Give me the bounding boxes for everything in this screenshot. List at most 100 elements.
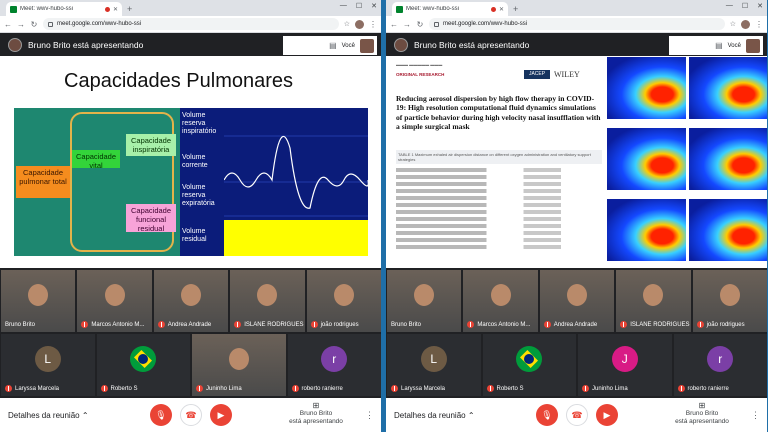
participant-name-label: Juninho Lima xyxy=(582,385,628,392)
participant-tile[interactable]: Andrea Andrade xyxy=(153,270,229,332)
more-options-icon[interactable]: ⋮ xyxy=(751,410,760,421)
close-tab-icon[interactable]: ✕ xyxy=(499,6,504,13)
simulation-figure xyxy=(607,199,686,267)
lock-icon xyxy=(434,21,439,27)
presenting-status[interactable]: ⊞ Bruno Brito está apresentando xyxy=(276,402,356,426)
participant-tile[interactable]: ISLANE RODRIGUES xyxy=(230,270,305,332)
browser-menu-icon[interactable]: ⋮ xyxy=(755,20,763,29)
new-tab-button[interactable]: + xyxy=(127,4,132,14)
chat-icon[interactable]: ▤ xyxy=(329,41,337,50)
simulation-figure xyxy=(688,128,767,196)
bookmark-star-icon[interactable]: ☆ xyxy=(730,20,736,28)
mic-off-button[interactable]: 🎙 xyxy=(150,404,172,426)
profile-avatar[interactable] xyxy=(741,19,750,29)
presenting-line1: Bruno Brito xyxy=(299,410,333,417)
tab-bar: Meet: wwv-hubo-ssi ✕ + — ☐ ✕ xyxy=(0,0,381,16)
participant-tile[interactable]: Marcos Antonio M... xyxy=(77,270,152,332)
label-tidal-volume: Volume corrente xyxy=(182,154,208,169)
participant-name: joão rodrigues xyxy=(706,321,745,328)
bookmark-star-icon[interactable]: ☆ xyxy=(344,20,350,28)
url-bar[interactable]: meet.google.com/wwv-hubo-ssi xyxy=(43,18,339,30)
participant-name: Andrea Andrade xyxy=(167,321,212,328)
back-icon[interactable]: ← xyxy=(390,20,398,29)
participant-name: Bruno Brito xyxy=(5,322,36,328)
close-window-icon[interactable]: ✕ xyxy=(757,2,763,10)
hang-up-button[interactable]: ☎ xyxy=(566,404,588,426)
browser-tab[interactable]: Meet: wwv-hubo-ssi ✕ xyxy=(392,2,508,16)
participant-face xyxy=(490,284,511,306)
participant-tile[interactable]: r roberto ranierre xyxy=(673,334,767,396)
presenter-avatar xyxy=(394,38,408,52)
desktop: Meet: wwv-hubo-ssi ✕ + — ☐ ✕ ← → ↻ meet.… xyxy=(0,0,768,432)
browser-window-right: Meet: wwv-hubo-ssi ✕ + — ☐ ✕ ← → ↻ meet.… xyxy=(386,0,768,432)
participant-name: ISLANE RODRIGUES xyxy=(244,321,304,328)
url-bar[interactable]: meet.google.com/wwv-hubo-ssi xyxy=(429,18,725,30)
close-tab-icon[interactable]: ✕ xyxy=(113,6,118,13)
participant-name-label: Marcos Antonio M... xyxy=(467,321,530,328)
address-bar-row: ← → ↻ meet.google.com/wwv-hubo-ssi ☆ ⋮ xyxy=(386,16,767,33)
presenting-line1: Bruno Brito xyxy=(685,410,719,417)
minimize-icon[interactable]: — xyxy=(340,2,347,10)
participant-name-label: ISLANE RODRIGUES xyxy=(620,321,690,328)
participant-name-label: Andrea Andrade xyxy=(543,321,597,328)
participant-tile[interactable]: Bruno Brito xyxy=(1,270,76,332)
browser-tab[interactable]: Meet: wwv-hubo-ssi ✕ xyxy=(6,2,122,16)
hang-up-button[interactable]: ☎ xyxy=(180,404,202,426)
minimize-icon[interactable]: — xyxy=(726,2,733,10)
participant-tile[interactable]: J Juninho Lima xyxy=(578,334,672,396)
maximize-icon[interactable]: ☐ xyxy=(356,2,362,10)
meet-favicon-icon xyxy=(10,5,17,13)
participant-name: joão rodrigues xyxy=(320,321,359,328)
table-row xyxy=(396,175,602,179)
forward-icon[interactable]: → xyxy=(17,20,25,29)
reload-icon[interactable]: ↻ xyxy=(30,20,38,29)
new-tab-button[interactable]: + xyxy=(513,4,518,14)
participant-tile[interactable]: L Laryssa Marcela xyxy=(387,334,481,396)
forward-icon[interactable]: → xyxy=(403,20,411,29)
mic-off-icon xyxy=(196,385,203,392)
mic-off-icon xyxy=(696,321,704,328)
participant-name: Juninho Lima xyxy=(592,385,628,392)
participant-name: Laryssa Marcela xyxy=(401,385,446,392)
mic-off-icon xyxy=(100,385,108,392)
residual-volume-band xyxy=(224,220,368,256)
participant-name-label: Marcos Antonio M... xyxy=(81,321,144,328)
mic-off-icon xyxy=(620,321,628,328)
table-row xyxy=(396,203,602,207)
participant-face xyxy=(257,284,278,306)
back-icon[interactable]: ← xyxy=(4,20,12,29)
participant-face xyxy=(333,284,354,306)
more-options-icon[interactable]: ⋮ xyxy=(365,410,374,421)
participant-tile[interactable]: Andrea Andrade xyxy=(539,270,615,332)
table-caption: TABLE 1 Maximum exhaled air dispersion d… xyxy=(396,150,602,164)
participant-tile[interactable]: Bruno Brito xyxy=(387,270,462,332)
camera-off-button[interactable]: ▶ xyxy=(210,404,232,426)
participant-face xyxy=(719,284,740,306)
participant-tile[interactable]: Roberto S xyxy=(96,334,190,396)
participant-tile[interactable]: r roberto ranierre xyxy=(287,334,381,396)
participant-tile[interactable]: Marcos Antonio M... xyxy=(463,270,538,332)
tab-title: Meet: wwv-hubo-ssi xyxy=(20,6,74,12)
window-controls: — ☐ ✕ xyxy=(340,2,377,10)
presenting-status[interactable]: ⊞ Bruno Brito está apresentando xyxy=(662,402,742,426)
profile-avatar[interactable] xyxy=(355,19,364,29)
camera-off-button[interactable]: ▶ xyxy=(596,404,618,426)
lock-icon xyxy=(48,21,53,27)
maximize-icon[interactable]: ☐ xyxy=(742,2,748,10)
close-window-icon[interactable]: ✕ xyxy=(371,2,377,10)
reload-icon[interactable]: ↻ xyxy=(416,20,424,29)
self-view: ▤ Você xyxy=(669,36,763,55)
browser-menu-icon[interactable]: ⋮ xyxy=(369,20,377,29)
participant-name-label: Laryssa Marcela xyxy=(391,385,445,392)
participant-grid: Bruno Brito Marcos Antonio M... Andrea And… xyxy=(0,270,381,398)
participant-tile[interactable]: joão rodrigues xyxy=(306,270,381,332)
chat-icon[interactable]: ▤ xyxy=(715,41,723,50)
table-row xyxy=(396,196,602,200)
participant-tile[interactable]: Juninho Lima xyxy=(192,334,286,396)
participant-tile[interactable]: L Laryssa Marcela xyxy=(1,334,95,396)
participant-tile[interactable]: Roberto S xyxy=(482,334,576,396)
mic-off-button[interactable]: 🎙 xyxy=(536,404,558,426)
participant-tile[interactable]: ISLANE RODRIGUES xyxy=(616,270,691,332)
participant-name: roberto ranierre xyxy=(687,385,729,392)
participant-tile[interactable]: joão rodrigues xyxy=(692,270,767,332)
